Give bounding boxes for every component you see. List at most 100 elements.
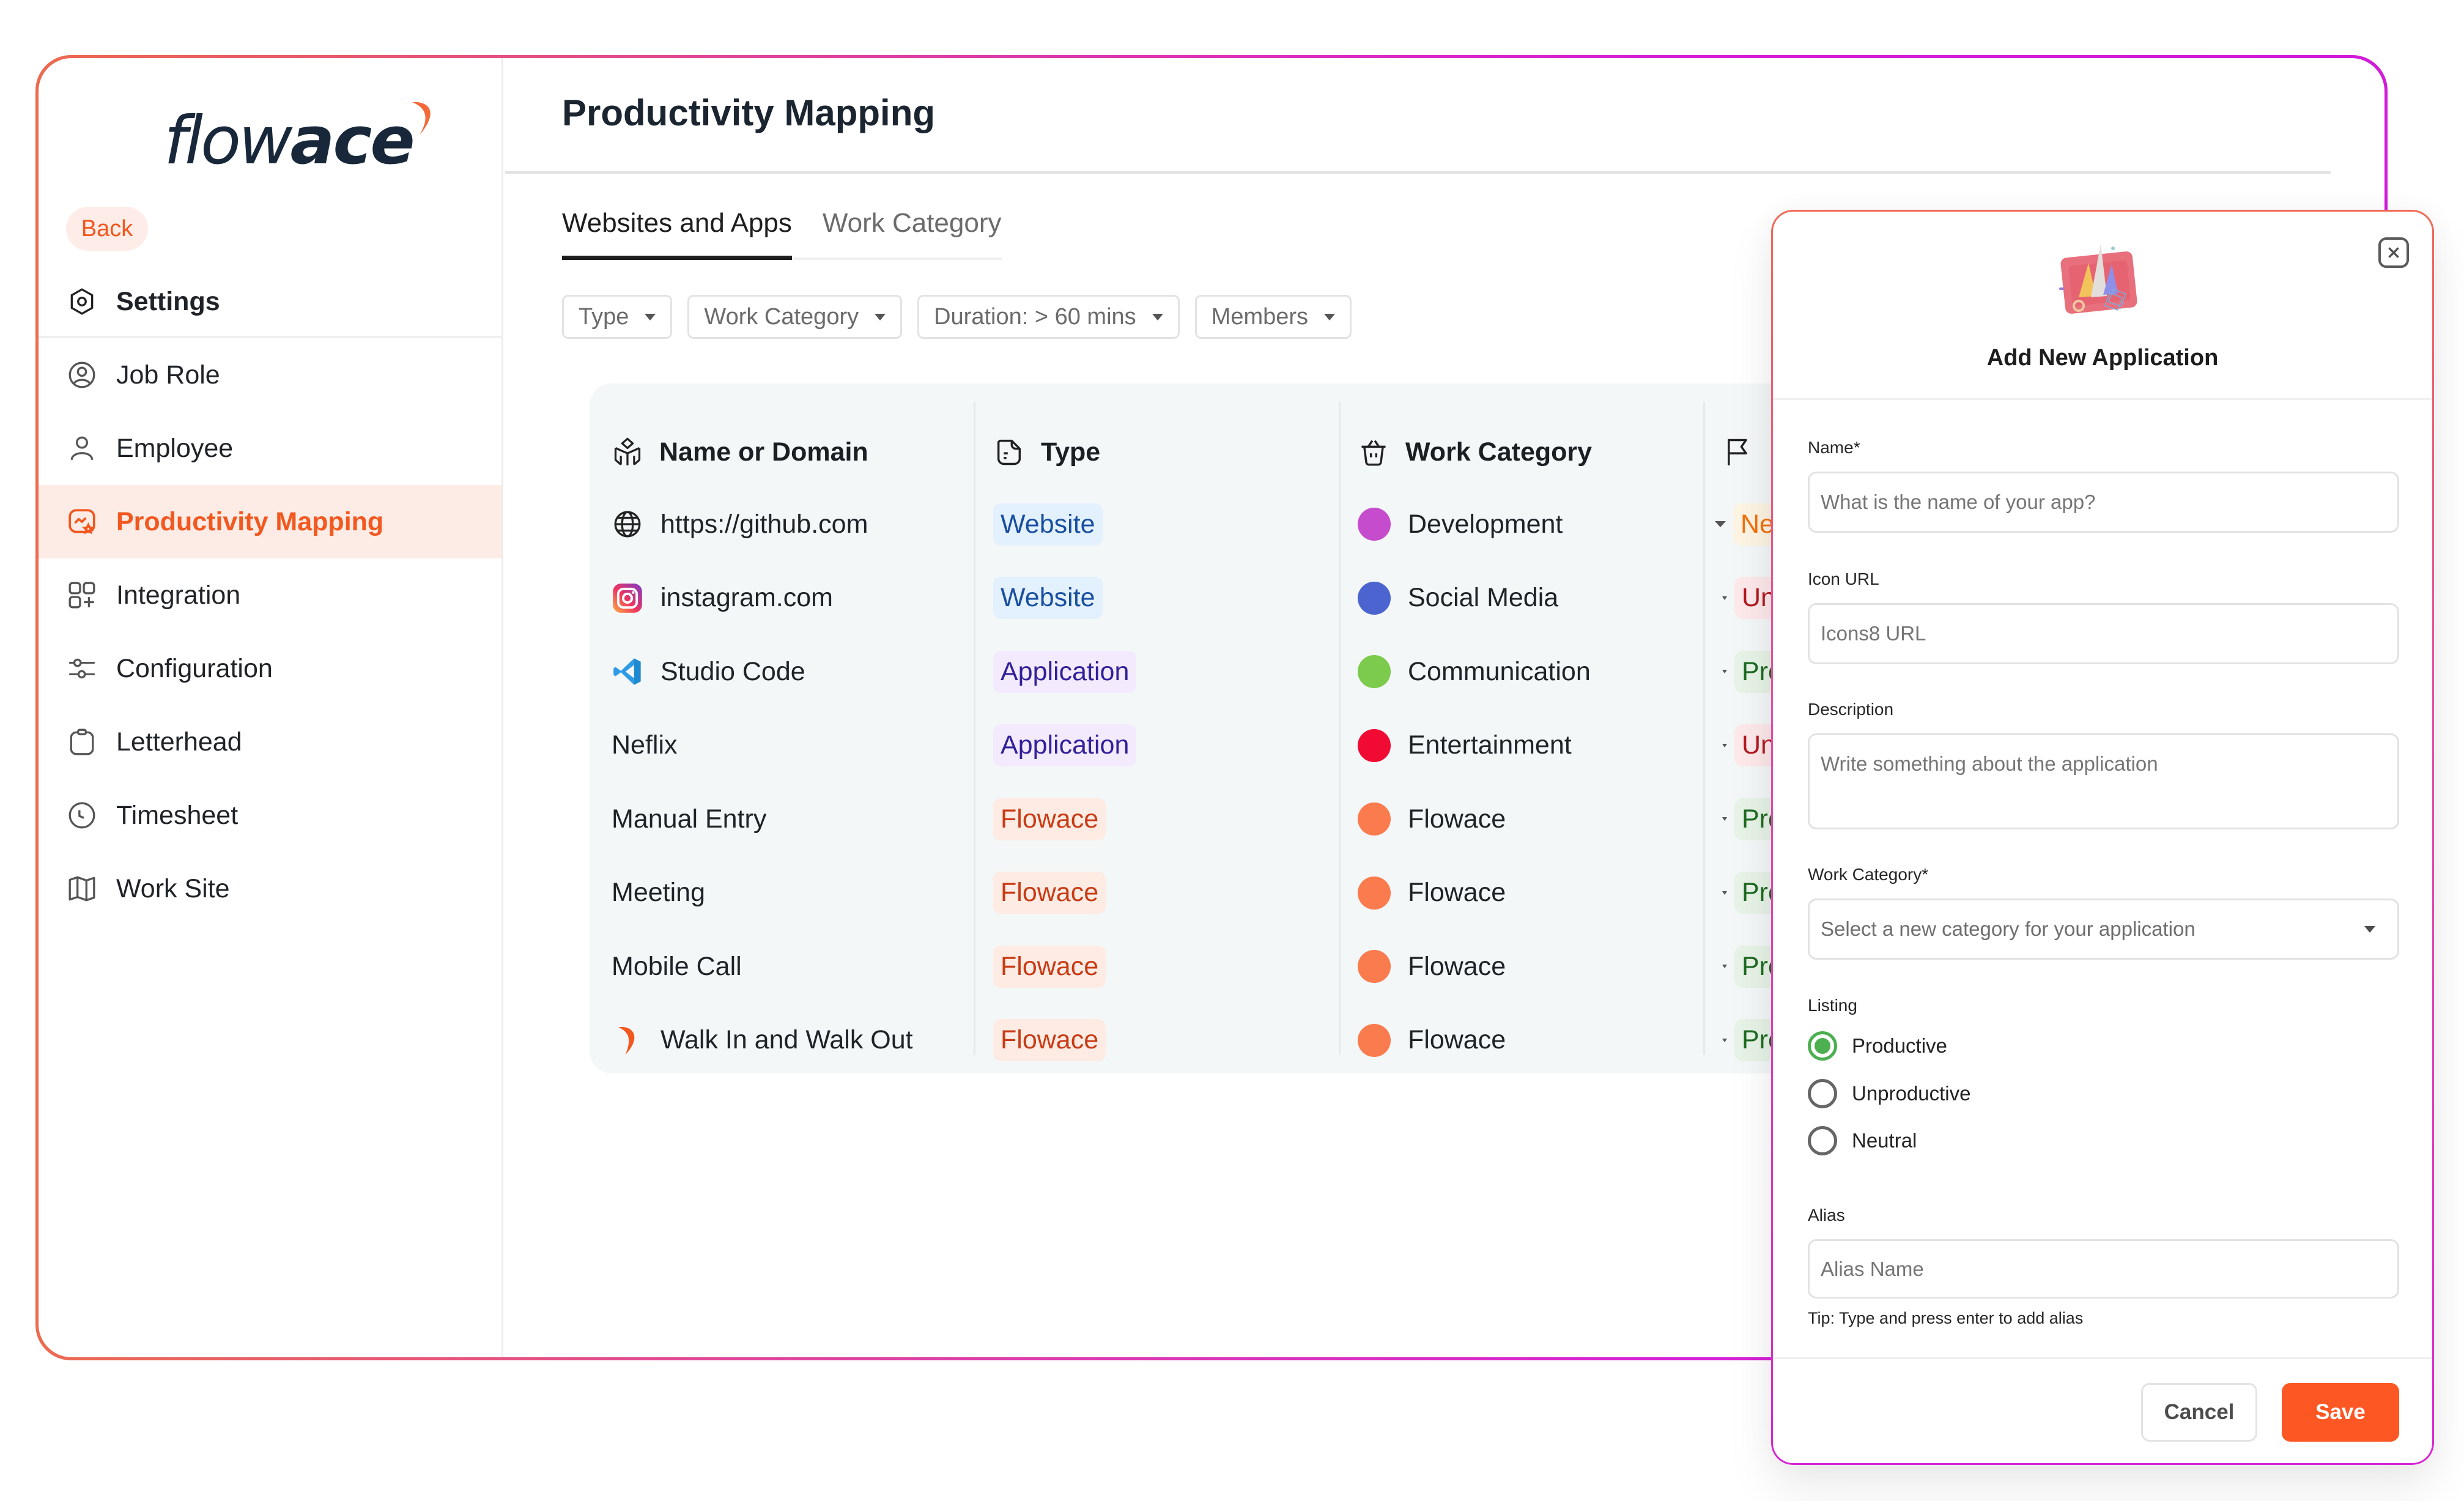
app-name: Neflix (612, 730, 678, 760)
type-badge: Website (993, 577, 1103, 619)
filter-members-dropdown[interactable]: Members (1194, 295, 1352, 339)
back-button[interactable]: Back (66, 207, 148, 251)
filter-type-dropdown[interactable]: Type (562, 295, 673, 339)
name-input[interactable] (1808, 472, 2399, 533)
flag-icon (1728, 439, 1747, 465)
application-illustration-icon (2059, 243, 2137, 314)
tab-work-category[interactable]: Work Category (823, 208, 1002, 258)
filter-label: Duration: > 60 mins (934, 303, 1136, 330)
tab-bar: Websites and Apps Work Category (562, 208, 1002, 260)
column-divider (1339, 402, 1341, 1055)
category-color-dot (1358, 508, 1391, 541)
flowace-logo[interactable]: flow ace (164, 95, 431, 174)
category-name: Flowace (1408, 878, 1506, 907)
column-header-work-category[interactable]: Work Category (1358, 434, 1592, 470)
user-icon (66, 432, 98, 464)
column-header-name[interactable]: Name or Domain (612, 434, 868, 470)
document-icon (997, 439, 1021, 465)
save-button[interactable]: Save (2282, 1383, 2399, 1442)
caret-down-icon (1722, 670, 1727, 673)
instagram-icon (612, 582, 643, 614)
type-badge: Flowace (993, 872, 1106, 914)
caret-down-icon (1715, 521, 1726, 527)
cell-name: Manual Entry (612, 795, 766, 843)
work-category-label: Work Category* (1808, 865, 1929, 884)
close-button[interactable] (2378, 237, 2409, 268)
radio-neutral[interactable]: Neutral (1808, 1126, 1917, 1155)
map-icon (66, 873, 98, 905)
sidebar-item-settings[interactable]: Settings (39, 265, 501, 338)
dialog-header-divider (1773, 398, 2432, 400)
sidebar-item-label: Work Site (116, 873, 230, 903)
sidebar-item-employee[interactable]: Employee (39, 412, 501, 485)
cell-type: Application (993, 647, 1137, 696)
sidebar-item-timesheet[interactable]: Timesheet (39, 779, 501, 852)
description-label: Description (1808, 700, 1894, 719)
cancel-button[interactable]: Cancel (2141, 1383, 2257, 1442)
tab-websites-and-apps[interactable]: Websites and Apps (562, 208, 792, 260)
caret-down-icon (1722, 817, 1727, 821)
alias-input[interactable] (1808, 1239, 2399, 1299)
caret-down-icon (1722, 1038, 1727, 1042)
icon-url-input[interactable] (1808, 603, 2399, 664)
category-color-dot (1358, 655, 1391, 688)
radio-label: Unproductive (1852, 1082, 1971, 1105)
work-category-placeholder: Select a new category for your applicati… (1821, 917, 2196, 940)
caret-down-icon (1722, 743, 1727, 747)
caret-down-icon (1152, 313, 1163, 321)
clock-icon (66, 799, 98, 831)
work-category-select[interactable]: Select a new category for your applicati… (1808, 899, 2399, 960)
sidebar-item-letterhead[interactable]: Letterhead (39, 705, 501, 779)
cell-work-category: Flowace (1358, 1016, 1506, 1065)
page-title: Productivity Mapping (562, 92, 936, 133)
cell-type: Flowace (993, 869, 1106, 917)
filter-duration-dropdown[interactable]: Duration: > 60 mins (917, 295, 1180, 339)
category-name: Social Media (1408, 583, 1559, 612)
sidebar-item-job-role[interactable]: Job Role (39, 338, 501, 412)
settings-hex-icon (66, 286, 98, 317)
category-color-dot (1358, 581, 1391, 615)
sidebar-item-label: Productivity Mapping (116, 506, 384, 536)
radio-label: Productive (1852, 1034, 1947, 1057)
category-color-dot (1358, 876, 1391, 910)
dialog-footer-divider (1773, 1357, 2432, 1359)
category-name: Development (1408, 509, 1563, 539)
basket-icon (1361, 440, 1386, 466)
close-icon (2388, 247, 2399, 258)
type-badge: Application (993, 650, 1137, 693)
filter-label: Type (579, 303, 629, 330)
cell-name: instagram.com (612, 574, 833, 623)
user-circle-icon (66, 359, 98, 391)
radio-unchecked-icon (1808, 1126, 1837, 1155)
sidebar-item-work-site[interactable]: Work Site (39, 852, 501, 925)
app-name: https://github.com (660, 509, 868, 539)
category-color-dot (1358, 802, 1391, 836)
cell-type: Flowace (993, 1016, 1106, 1065)
sidebar-item-integration[interactable]: Integration (39, 558, 501, 632)
description-textarea[interactable] (1808, 733, 2399, 829)
column-header-type[interactable]: Type (993, 434, 1100, 470)
sidebar-item-label: Settings (116, 286, 220, 316)
category-name: Communication (1408, 656, 1591, 686)
column-divider (974, 402, 975, 1055)
sidebar: flow ace Back Settings Job Role Employee… (39, 58, 503, 1357)
radio-productive[interactable]: Productive (1808, 1031, 1947, 1061)
category-color-dot (1358, 728, 1391, 762)
app-name: Mobile Call (612, 951, 742, 981)
cell-name: Walk In and Walk Out (612, 1016, 913, 1065)
caret-down-icon (1324, 313, 1336, 321)
category-name: Flowace (1408, 1025, 1506, 1054)
caret-down-icon (1722, 965, 1727, 968)
sidebar-item-productivity-mapping[interactable]: Productivity Mapping (39, 485, 501, 558)
app-name: Manual Entry (612, 804, 767, 834)
app-name: Walk In and Walk Out (660, 1025, 913, 1054)
filter-work-category-dropdown[interactable]: Work Category (687, 295, 903, 339)
globe-icon (612, 508, 643, 540)
radio-unproductive[interactable]: Unproductive (1808, 1079, 1970, 1108)
sidebar-item-configuration[interactable]: Configuration (39, 632, 501, 705)
type-badge: Application (993, 724, 1137, 766)
app-name: instagram.com (660, 583, 833, 612)
type-badge: Flowace (993, 1019, 1106, 1061)
sidebar-item-label: Employee (116, 433, 234, 463)
cell-work-category: Social Media (1358, 574, 1558, 623)
